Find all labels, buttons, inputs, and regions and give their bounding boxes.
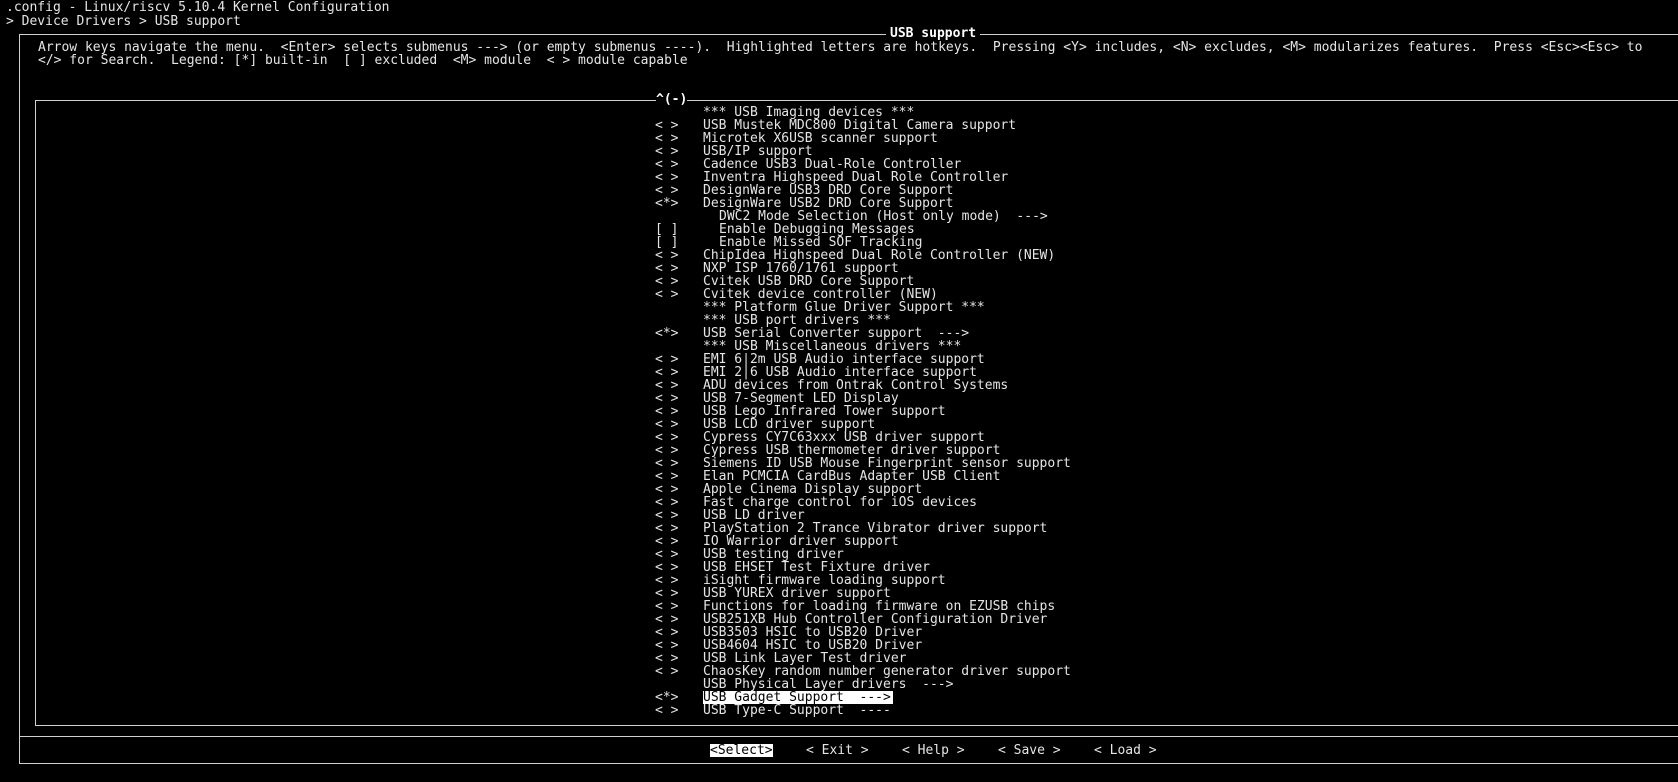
load-button[interactable]: < Load > <box>1094 744 1157 757</box>
menu-item-state[interactable]: <*> <box>655 327 685 340</box>
dialog-separator <box>19 736 1678 737</box>
window-title: .config - Linux/riscv 5.10.4 Kernel Conf… <box>6 0 390 15</box>
menu-item-state[interactable]: < > <box>655 665 685 678</box>
help-button[interactable]: < Help > <box>902 744 965 757</box>
save-button[interactable]: < Save > <box>998 744 1061 757</box>
menu-item-state[interactable]: < > <box>655 288 685 301</box>
breadcrumb: > Device Drivers > USB support <box>6 14 241 29</box>
scroll-up-indicator[interactable]: ^(-) <box>656 93 688 106</box>
menu-item-label: USB Type-C Support ---- <box>703 703 891 718</box>
help-text-line-2: </> for Search. Legend: [*] built-in [ ]… <box>38 53 688 68</box>
menu-item-state[interactable]: < > <box>655 704 685 717</box>
exit-button[interactable]: < Exit > <box>806 744 869 757</box>
select-button[interactable]: <Select> <box>710 744 773 757</box>
dialog-title: USB support <box>886 27 981 40</box>
menu-item-state[interactable]: <*> <box>655 197 685 210</box>
